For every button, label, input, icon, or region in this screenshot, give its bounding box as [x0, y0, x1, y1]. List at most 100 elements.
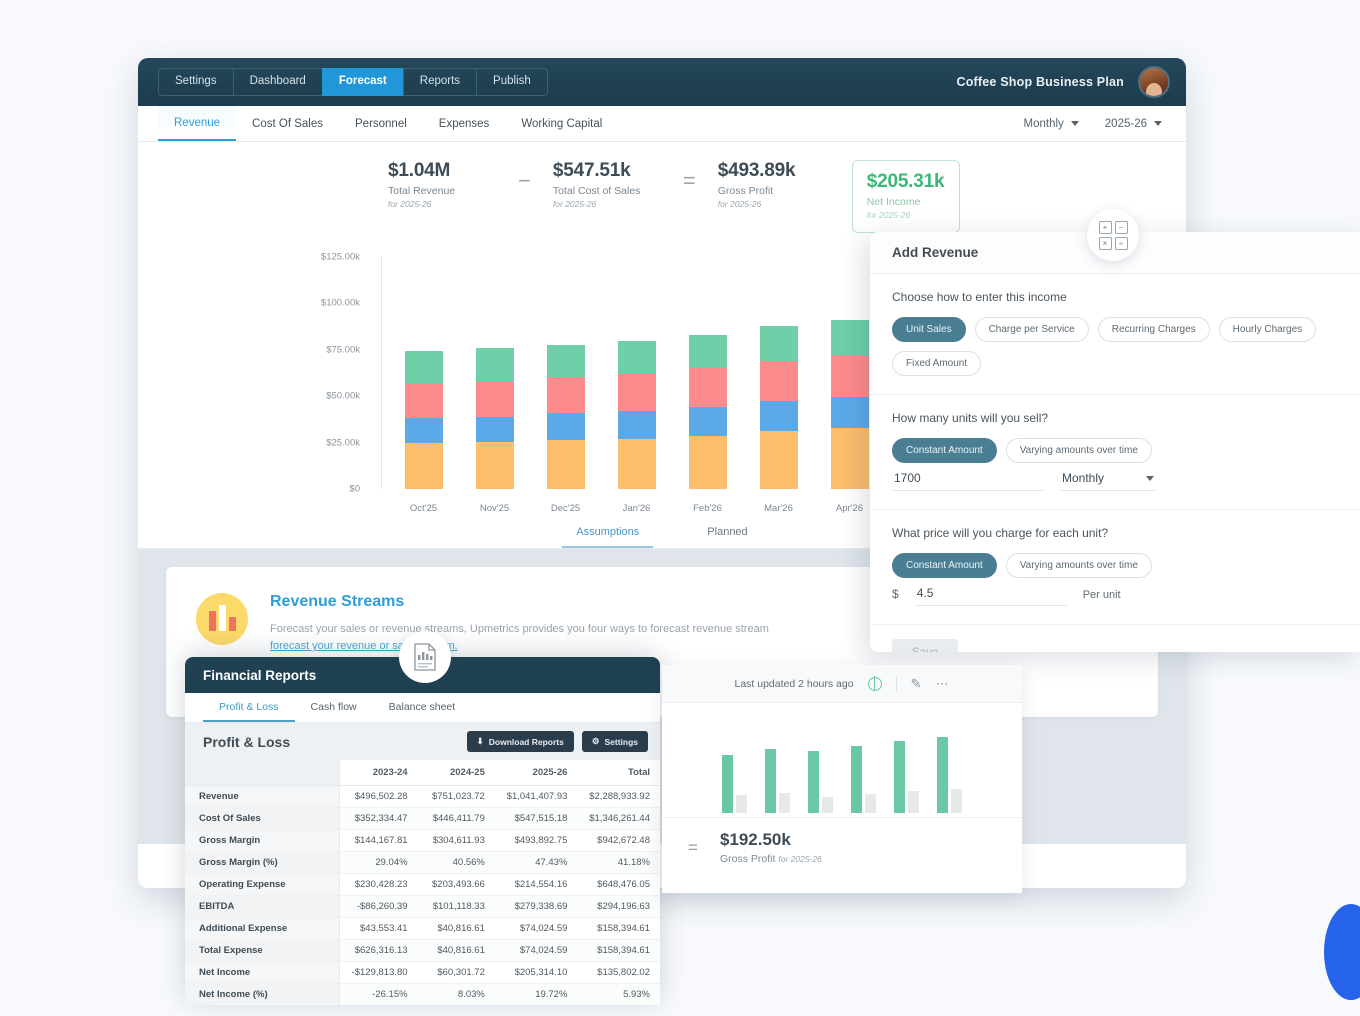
section-tab-revenue[interactable]: Revenue: [158, 106, 236, 141]
section-tab-personnel[interactable]: Personnel: [339, 106, 423, 141]
units-mode-varying-amounts-over-time[interactable]: Varying amounts over time: [1006, 438, 1152, 463]
table-cell: $446,411.79: [418, 808, 495, 830]
column-header: [185, 760, 340, 786]
entry-method-fixed-amount[interactable]: Fixed Amount: [892, 351, 981, 376]
nav-tab-publish[interactable]: Publish: [476, 68, 548, 96]
table-cell: $40,816.61: [418, 918, 495, 940]
table-row[interactable]: Net Income (%)-26.15%8.03%19.72%5.93%: [185, 984, 660, 1006]
kpi-period: for 2025-26: [553, 199, 661, 209]
year-select[interactable]: 2025-26: [1105, 118, 1162, 130]
bar-segment: [831, 356, 869, 397]
financial-reports-title: Financial Reports: [203, 668, 316, 683]
units-mode-constant-amount[interactable]: Constant Amount: [892, 438, 997, 463]
bar-segment: [547, 345, 585, 377]
download-reports-button[interactable]: ⬇ Download Reports: [467, 731, 574, 752]
table-cell: $40,816.61: [418, 940, 495, 962]
more-options-icon[interactable]: ⋯: [936, 676, 950, 692]
table-row[interactable]: Operating Expense$230,428.23$203,493.66$…: [185, 874, 660, 896]
column-header: 2023-24: [340, 760, 418, 786]
kpi-strip: $1.04MTotal Revenuefor 2025-26−$547.51kT…: [138, 142, 1186, 245]
section-tab-cost-of-sales[interactable]: Cost Of Sales: [236, 106, 339, 141]
mini-bar-compare: [865, 794, 876, 813]
report-document-icon[interactable]: [399, 631, 451, 683]
report-tab-cash-flow[interactable]: Cash flow: [295, 693, 373, 722]
financial-reports-subheader: Profit & Loss ⬇ Download Reports ⚙ Setti…: [185, 723, 660, 760]
chart-bar-column[interactable]: [530, 257, 601, 489]
mini-chart-bar-pair: [722, 755, 747, 813]
bar-segment: [689, 335, 727, 368]
table-cell: $294,196.63: [577, 896, 660, 918]
units-input[interactable]: [892, 467, 1044, 491]
table-cell: -$86,260.39: [340, 896, 418, 918]
revenue-chart-icon: [196, 593, 248, 645]
table-row[interactable]: Additional Expense$43,553.41$40,816.61$7…: [185, 918, 660, 940]
divider: [896, 676, 897, 692]
table-cell: $158,394.61: [577, 918, 660, 940]
entry-method-charge-per-service[interactable]: Charge per Service: [975, 317, 1089, 342]
table-cell: $230,428.23: [340, 874, 418, 896]
gross-profit-label-text: Gross Profit: [720, 853, 778, 865]
assumption-tab-planned[interactable]: Planned: [693, 520, 761, 548]
sync-globe-icon[interactable]: [868, 677, 882, 691]
table-row[interactable]: EBITDA-$86,260.39$101,118.33$279,338.69$…: [185, 896, 660, 918]
bar-segment: [476, 382, 514, 417]
report-settings-button[interactable]: ⚙ Settings: [582, 731, 648, 752]
calculator-icon[interactable]: +−×÷: [1087, 209, 1139, 261]
table-cell: $547,515.18: [495, 808, 578, 830]
table-row[interactable]: Gross Margin$144,167.81$304,611.93$493,8…: [185, 830, 660, 852]
chart-bar-column[interactable]: [459, 257, 530, 489]
chart-bar-column[interactable]: [601, 257, 672, 489]
units-frequency-select[interactable]: Monthly: [1060, 467, 1156, 491]
entry-method-hourly-charges[interactable]: Hourly Charges: [1219, 317, 1316, 342]
avatar[interactable]: [1138, 66, 1170, 98]
bar-segment: [760, 326, 798, 361]
table-cell: -$129,813.80: [340, 962, 418, 984]
chart-bar-column[interactable]: [388, 257, 459, 489]
currency-symbol: $: [892, 587, 899, 606]
price-mode-varying-amounts-over-time[interactable]: Varying amounts over time: [1006, 553, 1152, 578]
table-row[interactable]: Gross Margin (%)29.04%40.56%47.43%41.18%: [185, 852, 660, 874]
bar-segment: [689, 436, 727, 489]
bar-segment: [831, 320, 869, 356]
bar-segment: [405, 443, 443, 489]
equals-operator: =: [688, 838, 698, 858]
kpi-operator: =: [661, 160, 718, 194]
edit-pencil-icon[interactable]: ✎: [911, 676, 922, 692]
nav-tab-dashboard[interactable]: Dashboard: [233, 68, 322, 96]
save-button[interactable]: Save: [892, 639, 958, 652]
chart-bar-column[interactable]: [743, 257, 814, 489]
table-cell: 47.43%: [495, 852, 578, 874]
section-tab-working-capital[interactable]: Working Capital: [505, 106, 618, 141]
bar-segment: [405, 351, 443, 384]
table-cell: $751,023.72: [418, 786, 495, 808]
price-input[interactable]: [915, 582, 1067, 606]
table-row[interactable]: Cost Of Sales$352,334.47$446,411.79$547,…: [185, 808, 660, 830]
table-row[interactable]: Revenue$496,502.28$751,023.72$1,041,407.…: [185, 786, 660, 808]
nav-tab-settings[interactable]: Settings: [158, 68, 233, 96]
table-row[interactable]: Total Expense$626,316.13$40,816.61$74,02…: [185, 940, 660, 962]
chevron-down-icon: [1071, 121, 1079, 126]
kpi-value: $547.51k: [553, 160, 661, 182]
table-cell: $279,338.69: [495, 896, 578, 918]
entry-method-unit-sales[interactable]: Unit Sales: [892, 317, 966, 342]
mini-chart-bar-pair: [851, 746, 876, 813]
frequency-select[interactable]: Monthly: [1024, 118, 1079, 130]
report-tab-balance-sheet[interactable]: Balance sheet: [373, 693, 472, 722]
revenue-streams-description: Forecast your sales or revenue streams, …: [270, 621, 769, 655]
section-tab-expenses[interactable]: Expenses: [423, 106, 506, 141]
bar-segment: [689, 368, 727, 407]
table-cell: 40.56%: [418, 852, 495, 874]
nav-tab-forecast[interactable]: Forecast: [322, 68, 403, 96]
bar-segment: [547, 440, 585, 489]
row-label: EBITDA: [185, 896, 340, 918]
chart-bar-column[interactable]: [672, 257, 743, 489]
table-row[interactable]: Net Income-$129,813.80$60,301.72$205,314…: [185, 962, 660, 984]
topbar-right: Coffee Shop Business Plan: [956, 66, 1176, 98]
bar-segment: [831, 397, 869, 428]
table-body: Revenue$496,502.28$751,023.72$1,041,407.…: [185, 786, 660, 1006]
price-mode-constant-amount[interactable]: Constant Amount: [892, 553, 997, 578]
entry-method-recurring-charges[interactable]: Recurring Charges: [1098, 317, 1210, 342]
nav-tab-reports[interactable]: Reports: [403, 68, 476, 96]
report-tab-profit-loss[interactable]: Profit & Loss: [203, 693, 295, 722]
assumption-tab-assumptions[interactable]: Assumptions: [562, 520, 653, 548]
